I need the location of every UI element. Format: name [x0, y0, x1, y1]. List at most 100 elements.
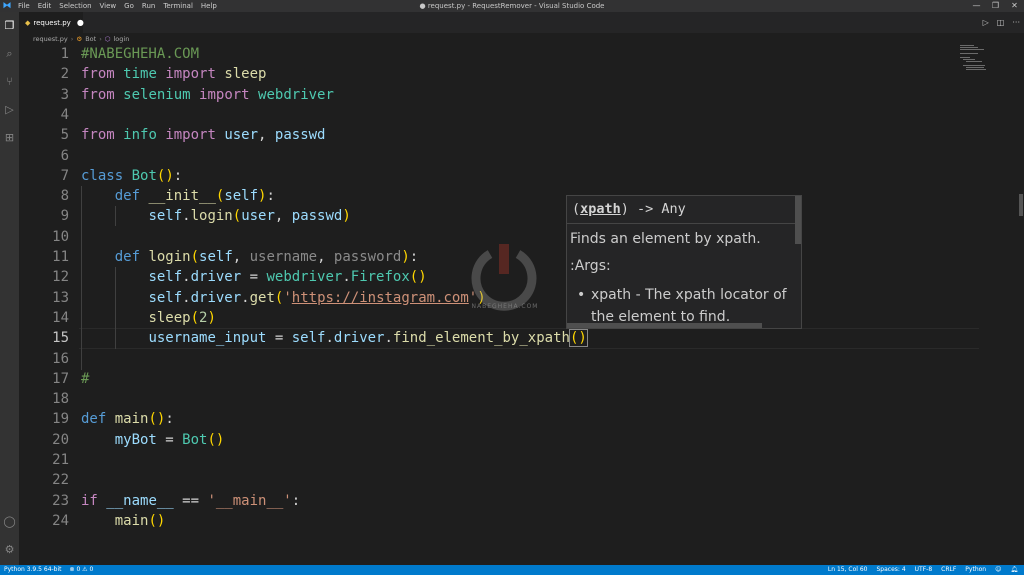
code-line-13[interactable]: self.driver.get('https://instagram.com') — [81, 288, 485, 308]
line-number: 5 — [60, 127, 69, 144]
menu-file[interactable]: File — [14, 0, 34, 12]
menu-go[interactable]: Go — [120, 0, 138, 12]
class-symbol-icon: ⚙ — [76, 34, 83, 43]
menu-help[interactable]: Help — [197, 0, 221, 12]
tab-bar: ◆ request.py ● ▷ ◫ ··· — [19, 12, 1024, 33]
status-bar: Python 3.9.5 64-bit ⊗ 0 ⚠ 0 Ln 15, Col 6… — [0, 565, 1024, 575]
hover-arg-text: xpath - The xpath locator of the element… — [591, 287, 787, 325]
line-number: 23 — [52, 492, 69, 509]
menu-bar: File Edit Selection View Go Run Terminal… — [14, 0, 221, 12]
eol-status[interactable]: CRLF — [941, 565, 956, 575]
menu-edit[interactable]: Edit — [34, 0, 56, 12]
python-file-icon: ◆ — [25, 18, 31, 27]
unsaved-dot-icon[interactable]: ● — [77, 18, 84, 27]
code-line-11[interactable]: def login(self, username, password): — [81, 247, 419, 267]
breadcrumb-class[interactable]: Bot — [85, 35, 96, 43]
activity-bar: ❐ ⌕ ⑂ ▷ ⊞ ◯ ⚙ — [0, 12, 19, 565]
line-number-active: 15 — [52, 330, 69, 347]
nabegheha-watermark-logo — [471, 244, 537, 311]
line-number: 24 — [52, 512, 69, 529]
hover-description: Finds an element by xpath. — [570, 231, 761, 247]
editor-vertical-scrollbar[interactable] — [1019, 44, 1024, 565]
run-file-icon[interactable]: ▷ — [983, 18, 989, 27]
code-line-3[interactable]: from selenium import webdriver — [81, 85, 334, 105]
code-line-15[interactable]: username_input = self.driver.find_elemen… — [81, 328, 588, 348]
extensions-icon[interactable]: ⊞ — [2, 130, 17, 145]
code-line-24[interactable]: main() — [81, 511, 166, 531]
code-line-20[interactable]: myBot = Bot() — [81, 430, 225, 450]
editor-actions: ▷ ◫ ··· — [983, 12, 1020, 33]
search-icon[interactable]: ⌕ — [2, 46, 17, 61]
line-number: 21 — [52, 452, 69, 468]
method-symbol-icon: ⬡ — [104, 34, 111, 43]
bullet-icon: • — [577, 287, 586, 303]
language-mode-status[interactable]: Python — [965, 565, 986, 575]
line-number: 10 — [52, 228, 69, 245]
line-number: 1 — [60, 46, 69, 62]
scrollbar-thumb[interactable] — [1019, 194, 1023, 216]
code-line-12[interactable]: self.driver = webdriver.Firefox() — [81, 267, 426, 287]
code-line-14[interactable]: sleep(2) — [81, 308, 215, 328]
breadcrumb-method[interactable]: login — [113, 35, 129, 43]
code-line-9[interactable]: self.login(user, passwd) — [81, 206, 350, 226]
hover-horizontal-scrollbar[interactable] — [567, 323, 762, 328]
menu-terminal[interactable]: Terminal — [159, 0, 197, 12]
code-line-2[interactable]: from time import sleep — [81, 64, 266, 84]
hover-tooltip[interactable]: (xpath) -> Any Finds an element by xpath… — [566, 195, 802, 329]
line-number: 7 — [60, 167, 69, 184]
code-line-19[interactable]: def main(): — [81, 409, 174, 429]
account-icon[interactable]: ◯ — [2, 514, 17, 529]
menu-view[interactable]: View — [96, 0, 121, 12]
breadcrumb-file[interactable]: request.py — [33, 35, 68, 43]
settings-gear-icon[interactable]: ⚙ — [2, 542, 17, 557]
menu-selection[interactable]: Selection — [55, 0, 95, 12]
line-number: 14 — [52, 309, 69, 326]
hover-vertical-scrollbar[interactable] — [795, 196, 801, 244]
hover-args-label: :Args: — [570, 258, 611, 274]
hover-divider — [567, 223, 797, 224]
line-number: 6 — [60, 147, 69, 164]
encoding-status[interactable]: UTF-8 — [915, 565, 933, 575]
signature-param: xpath — [580, 201, 621, 217]
problems-status[interactable]: ⊗ 0 ⚠ 0 — [70, 565, 94, 575]
breadcrumb: request.py › ⚙ Bot › ⬡ login — [19, 33, 1024, 44]
more-actions-icon[interactable]: ··· — [1012, 18, 1020, 27]
vscode-logo-icon: ⧓ — [2, 1, 12, 11]
line-number: 13 — [52, 289, 69, 306]
line-number: 9 — [60, 208, 69, 225]
source-control-icon[interactable]: ⑂ — [2, 74, 17, 89]
code-line-5[interactable]: from info import user, passwd — [81, 125, 325, 145]
tab-request-py[interactable]: ◆ request.py ● — [19, 12, 84, 33]
menu-run[interactable]: Run — [138, 0, 159, 12]
feedback-icon[interactable]: ☺ — [995, 565, 1001, 575]
run-debug-icon[interactable]: ▷ — [2, 102, 17, 117]
split-editor-icon[interactable]: ◫ — [997, 18, 1005, 27]
chevron-right-icon: › — [70, 34, 74, 43]
line-number: 11 — [52, 249, 69, 265]
hover-signature: (xpath) -> Any — [572, 201, 686, 217]
minimap[interactable] — [958, 44, 1018, 84]
restore-icon[interactable]: ❐ — [986, 0, 1005, 12]
code-line-7[interactable]: class Bot(): — [81, 166, 182, 186]
line-number: 16 — [52, 350, 69, 367]
indentation-status[interactable]: Spaces: 4 — [876, 565, 905, 575]
python-interpreter-status[interactable]: Python 3.9.5 64-bit — [4, 565, 62, 575]
code-line-23[interactable]: if __name__ == '__main__': — [81, 491, 300, 511]
notifications-bell-icon[interactable]: 🔔︎ — [1010, 565, 1018, 575]
code-line-1[interactable]: #NABEGHEHA.COM — [81, 44, 199, 64]
cursor-position-status[interactable]: Ln 15, Col 60 — [828, 565, 868, 575]
window-controls: — ❐ ✕ — [967, 0, 1024, 12]
line-number: 19 — [52, 411, 69, 428]
line-number: 8 — [60, 188, 69, 205]
line-number: 12 — [52, 269, 69, 286]
tab-label: request.py — [33, 18, 71, 27]
code-line-17[interactable]: # — [81, 369, 89, 389]
signature-return: ) -> Any — [620, 201, 686, 217]
close-icon[interactable]: ✕ — [1005, 0, 1024, 12]
explorer-icon[interactable]: ❐ — [2, 18, 17, 33]
line-number: 17 — [52, 370, 69, 387]
watermark-text: NABEGHEHA.COM — [471, 303, 539, 310]
code-line-8[interactable]: def __init__(self): — [81, 186, 275, 206]
line-number: 2 — [60, 66, 69, 83]
minimize-icon[interactable]: — — [967, 0, 986, 12]
